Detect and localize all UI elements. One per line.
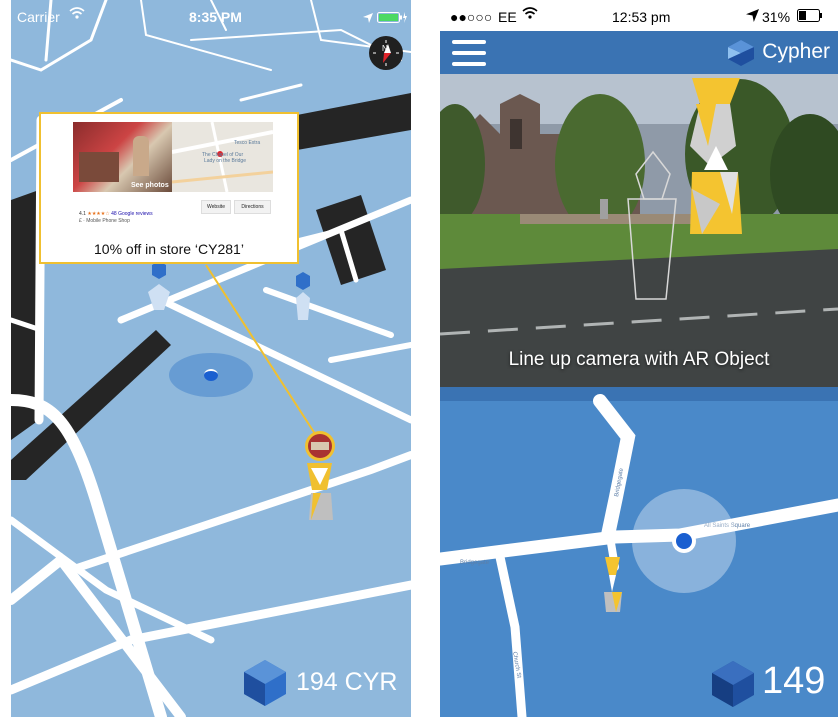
status-time: 8:35 PM: [189, 9, 242, 25]
street-label: Bridgegate: [460, 560, 490, 566]
rating-value: 4.1: [79, 211, 86, 217]
wifi-icon: [522, 6, 538, 23]
ar-camera-view[interactable]: Line up camera with AR Object: [440, 74, 838, 387]
cypher-cube-icon: [244, 660, 286, 706]
map-label: Lady on the Bridge: [204, 158, 246, 164]
compass-icon[interactable]: N: [369, 36, 403, 70]
reviews-link[interactable]: 48 Google reviews: [111, 211, 152, 217]
store-photo[interactable]: See photos: [73, 122, 172, 192]
directions-button[interactable]: Directions: [234, 200, 271, 214]
ar-hint-text: Line up camera with AR Object: [508, 349, 770, 370]
mini-map[interactable]: Tesco Extra The Chapel of Our Lady on th…: [172, 122, 273, 192]
status-bar: ●●○○○ EE 12:53 pm 31%: [440, 0, 838, 32]
ar-marker[interactable]: [604, 557, 622, 612]
store-category: £ · Mobile Phone Shop: [79, 218, 130, 224]
location-arrow-icon: [746, 9, 759, 25]
connector-line: [205, 264, 320, 441]
website-button[interactable]: Website: [201, 200, 231, 214]
battery-icon: [797, 9, 823, 25]
wifi-icon: [69, 6, 85, 23]
ar-marker-store[interactable]: [305, 431, 335, 520]
right-phone-screen: ●●○○○ EE 12:53 pm 31% Cypher Line up cam…: [440, 0, 838, 717]
right-map[interactable]: Bridgegate All Saints Square Bridgegate …: [440, 387, 838, 717]
brand: Cypher: [728, 40, 830, 66]
balance-label: 194 CYR: [296, 668, 398, 696]
left-map[interactable]: [11, 0, 411, 717]
offer-text: 10% off in store ‘CY281’: [94, 241, 244, 257]
camera-scene: [440, 74, 838, 387]
signal-strength: ●●○○○: [450, 9, 493, 25]
brand-name: Cypher: [762, 40, 830, 63]
battery-charging-icon: [377, 10, 407, 26]
carrier-label: EE: [498, 9, 517, 25]
cypher-cube-icon: [728, 40, 754, 66]
battery-percent: 31%: [762, 9, 791, 25]
compass-north-label: N: [382, 44, 388, 53]
balance-label: 149: [762, 660, 826, 702]
app-header: Cypher: [440, 31, 838, 74]
rating-stars: ★★★★☆: [87, 211, 110, 217]
status-bar: Carrier 8:35 PM: [11, 0, 411, 32]
building-block: [297, 93, 411, 150]
carrier-label: Carrier: [17, 9, 60, 25]
rating-row: 4.1 ★★★★☆ 48 Google reviews: [79, 211, 153, 217]
store-offer-popup[interactable]: See photos Tesco Extra The Chapel of Our…: [39, 112, 299, 264]
location-arrow-icon: [363, 10, 373, 26]
see-photos-label[interactable]: See photos: [131, 182, 169, 189]
hamburger-menu-icon[interactable]: [452, 40, 486, 66]
status-time: 12:53 pm: [612, 9, 671, 25]
cypher-cube-icon: [712, 661, 754, 707]
user-location-dot: [204, 369, 218, 381]
ar-marker[interactable]: [296, 272, 310, 320]
left-phone-screen: Carrier 8:35 PM N See photos Tesco Extra…: [11, 0, 411, 717]
map-label: Tesco Extra: [234, 140, 261, 146]
